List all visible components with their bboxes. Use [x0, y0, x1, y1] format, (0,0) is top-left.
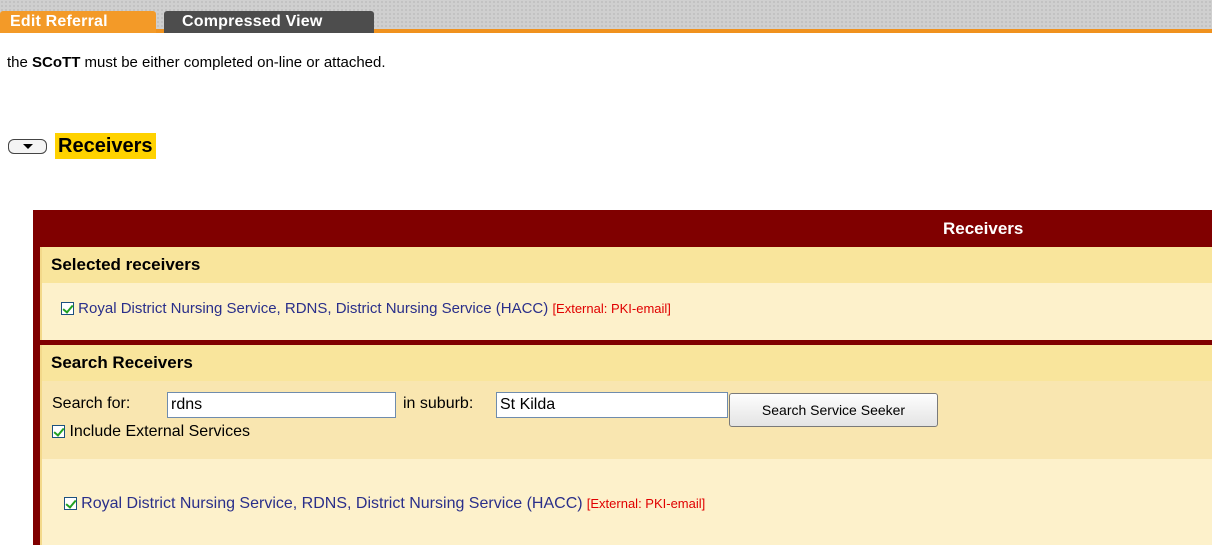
tab-edit-referral[interactable]: Edit Referral	[0, 11, 156, 33]
search-service-seeker-button[interactable]: Search Service Seeker	[729, 393, 938, 427]
intro-bold: SCoTT	[32, 54, 81, 71]
search-receivers-box: Search Receivers Search for: in suburb: …	[40, 345, 1212, 545]
suburb-input[interactable]	[496, 392, 728, 418]
include-external-checkbox[interactable]	[52, 425, 65, 438]
search-result-item: Royal District Nursing Service, RDNS, Di…	[64, 495, 705, 513]
selected-receiver-name[interactable]: Royal District Nursing Service, RDNS, Di…	[78, 300, 548, 317]
intro-prefix: the	[7, 54, 33, 71]
search-receivers-heading: Search Receivers	[42, 345, 1212, 381]
suburb-label: in suburb:	[403, 395, 474, 412]
selected-receiver-checkbox[interactable]	[61, 302, 74, 315]
collapse-toggle-icon[interactable]	[8, 139, 47, 154]
selected-receiver-tag: [External: PKI-email]	[552, 301, 671, 316]
search-result-tag: [External: PKI-email]	[586, 496, 706, 511]
include-external-label: Include External Services	[69, 423, 250, 440]
search-form: Search for: in suburb: Search Service Se…	[42, 381, 1212, 459]
intro-text: the SCoTT must be either completed on-li…	[7, 42, 1157, 82]
selected-receivers-heading: Selected receivers	[42, 247, 1212, 283]
selected-receiver-item: Royal District Nursing Service, RDNS, Di…	[61, 300, 671, 317]
search-result-name[interactable]: Royal District Nursing Service, RDNS, Di…	[81, 495, 582, 512]
intro-suffix: must be either completed on-line or atta…	[80, 54, 386, 71]
tab-compressed-view[interactable]: Compressed View	[164, 11, 374, 33]
panel-header: Receivers	[33, 210, 1212, 247]
section-title: Receivers	[55, 133, 156, 159]
search-for-input[interactable]	[167, 392, 396, 418]
intro-line: the SCoTT must be either completed on-li…	[7, 54, 386, 71]
tab-bar: Edit Referral Compressed View	[0, 0, 1212, 33]
search-for-label: Search for:	[52, 395, 131, 412]
selected-receivers-box: Selected receivers Royal District Nursin…	[40, 247, 1212, 340]
search-result-checkbox[interactable]	[64, 497, 77, 510]
panel-title: Receivers	[943, 219, 1024, 238]
include-external-option[interactable]: Include External Services	[52, 423, 250, 441]
receivers-panel: Receivers Selected receivers Royal Distr…	[33, 210, 1212, 545]
